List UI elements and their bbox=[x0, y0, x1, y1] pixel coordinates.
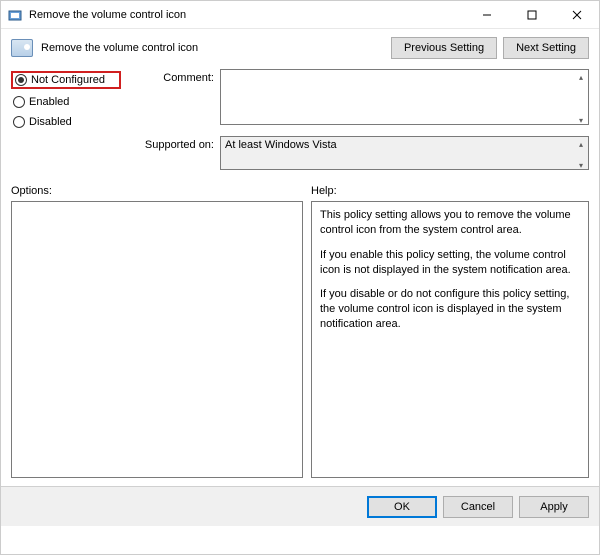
radio-disabled[interactable]: Disabled bbox=[11, 115, 121, 129]
footer: OK Cancel Apply bbox=[1, 486, 599, 526]
app-icon bbox=[7, 7, 23, 23]
options-column: Options: bbox=[11, 185, 303, 478]
radio-enabled[interactable]: Enabled bbox=[11, 95, 121, 109]
next-setting-button[interactable]: Next Setting bbox=[503, 37, 589, 59]
state-radio-group: Not Configured Enabled Disabled bbox=[11, 69, 121, 181]
options-label: Options: bbox=[11, 185, 303, 197]
comment-textarea[interactable] bbox=[220, 69, 589, 125]
help-text: This policy setting allows you to remove… bbox=[320, 208, 580, 238]
supported-row: Supported on: At least Windows Vista ▴ ▾ bbox=[129, 136, 589, 173]
cancel-button[interactable]: Cancel bbox=[443, 496, 513, 518]
header: Remove the volume control icon Previous … bbox=[1, 29, 599, 65]
radio-label: Disabled bbox=[29, 116, 72, 128]
policy-icon bbox=[11, 39, 33, 57]
window-controls bbox=[464, 1, 599, 28]
lower-section: Options: Help: This policy setting allow… bbox=[1, 183, 599, 478]
maximize-button[interactable] bbox=[509, 1, 554, 29]
options-box[interactable] bbox=[11, 201, 303, 478]
close-button[interactable] bbox=[554, 1, 599, 29]
radio-label: Enabled bbox=[29, 96, 69, 108]
policy-title: Remove the volume control icon bbox=[41, 42, 391, 54]
scroll-up-icon[interactable]: ▴ bbox=[574, 70, 588, 84]
comment-row: Comment: ▴ ▾ bbox=[129, 69, 589, 128]
apply-button[interactable]: Apply bbox=[519, 496, 589, 518]
supported-textarea: At least Windows Vista bbox=[220, 136, 589, 170]
radio-label: Not Configured bbox=[31, 74, 105, 86]
previous-setting-button[interactable]: Previous Setting bbox=[391, 37, 497, 59]
scroll-down-icon[interactable]: ▾ bbox=[574, 113, 588, 127]
help-box[interactable]: This policy setting allows you to remove… bbox=[311, 201, 589, 478]
config-section: Not Configured Enabled Disabled Comment:… bbox=[1, 65, 599, 183]
ok-button[interactable]: OK bbox=[367, 496, 437, 518]
radio-dot-icon bbox=[13, 96, 25, 108]
scroll-down-icon[interactable]: ▾ bbox=[574, 158, 588, 172]
help-text: If you disable or do not configure this … bbox=[320, 287, 580, 332]
scroll-up-icon[interactable]: ▴ bbox=[574, 137, 588, 151]
help-label: Help: bbox=[311, 185, 589, 197]
help-column: Help: This policy setting allows you to … bbox=[311, 185, 589, 478]
radio-not-configured[interactable]: Not Configured bbox=[11, 71, 121, 89]
titlebar: Remove the volume control icon bbox=[1, 1, 599, 29]
window-title: Remove the volume control icon bbox=[29, 9, 464, 21]
radio-dot-icon bbox=[13, 116, 25, 128]
radio-dot-icon bbox=[15, 74, 27, 86]
comment-label: Comment: bbox=[129, 69, 214, 128]
fields-column: Comment: ▴ ▾ Supported on: At least Wind… bbox=[129, 69, 589, 181]
supported-label: Supported on: bbox=[129, 136, 214, 173]
minimize-button[interactable] bbox=[464, 1, 509, 29]
help-text: If you enable this policy setting, the v… bbox=[320, 248, 580, 278]
